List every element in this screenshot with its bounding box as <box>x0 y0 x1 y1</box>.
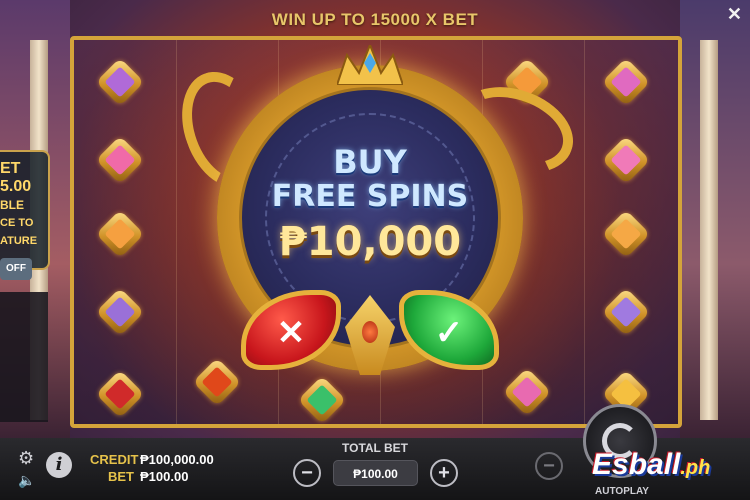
ante-bet-panel[interactable]: ET 5.00 BLE CE TO ATURE OFF <box>0 150 50 280</box>
gem-symbol-purple <box>601 287 651 337</box>
side-panel-line: BLE <box>0 198 24 212</box>
check-icon: ✓ <box>434 314 464 352</box>
side-panel-line: ATURE <box>0 235 38 247</box>
gem-symbol-pink <box>601 57 651 107</box>
crown-ornament <box>337 45 403 85</box>
autoplay-label[interactable]: AUTOPLAY <box>585 486 659 497</box>
side-panel-line: ET <box>0 160 21 177</box>
buy-free-spins-dialog: BUY FREE SPINS ₱10,000 ✕ ✓ <box>166 45 586 390</box>
total-bet-value: ₱100.00 <box>333 460 418 486</box>
total-bet-label: TOTAL BET <box>342 441 408 455</box>
credit-value: ₱100,000.00 <box>140 452 214 467</box>
increase-bet-button[interactable]: + <box>430 459 458 487</box>
corner-close-icon[interactable]: ✕ <box>727 4 742 25</box>
bet-value: ₱100.00 <box>140 469 189 484</box>
ante-toggle-off[interactable]: OFF <box>0 258 32 280</box>
esball-watermark-logo: Esball.ph <box>592 448 710 482</box>
sound-speaker-icon[interactable]: 🔈 <box>18 472 35 489</box>
right-pillar <box>700 40 718 420</box>
win-banner: WIN UP TO 15000 X BET <box>271 10 479 29</box>
settings-gear-icon[interactable]: ⚙ <box>18 448 34 469</box>
dialog-title-free-spins: FREE SPINS <box>271 179 469 214</box>
info-icon[interactable]: i <box>46 452 72 478</box>
gem-symbol-orange <box>95 209 145 259</box>
gem-symbol-pink <box>95 135 145 185</box>
gem-symbol-red <box>95 369 145 419</box>
gem-symbol-pink <box>601 135 651 185</box>
reel-divider <box>176 40 177 424</box>
side-panel-line: CE TO <box>0 217 34 229</box>
decrease-bet-button[interactable]: − <box>293 459 321 487</box>
gem-symbol-purple <box>95 287 145 337</box>
bet-label: BET <box>108 469 134 484</box>
side-dark-area <box>0 292 48 422</box>
extra-minus-button[interactable]: − <box>535 452 563 480</box>
gem-symbol-purple <box>95 57 145 107</box>
side-panel-line: 5.00 <box>0 178 32 195</box>
dialog-title-buy: BUY <box>333 143 407 181</box>
watermark-suffix: .ph <box>680 457 711 479</box>
gem-symbol-orange <box>601 209 651 259</box>
reel-divider <box>584 40 585 424</box>
close-icon: ✕ <box>276 314 306 352</box>
buy-price: ₱10,000 <box>278 219 462 265</box>
watermark-main: Esball <box>592 448 681 481</box>
credit-label: CREDIT <box>90 452 139 467</box>
